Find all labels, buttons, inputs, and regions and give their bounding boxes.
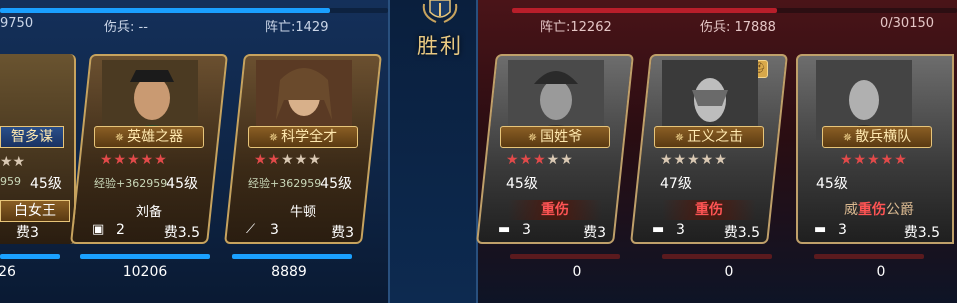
right-wounded-stat: 伤兵: 17888 [700, 20, 776, 35]
hero-footer: ▬ 3 费3.5 [648, 222, 770, 242]
hero-title-plate: ✵ 科学全才 [248, 126, 358, 148]
enemy-troop-bar [814, 254, 924, 259]
hero-name: 刘备 [135, 205, 162, 220]
hero-exp: 经验+362959 [94, 177, 168, 190]
hero-title-plate: ✵ 英雄之器 [94, 126, 204, 148]
enemy-troop-bar [510, 254, 620, 259]
hero-cost: 费3 [583, 225, 606, 241]
hero-name: 牛顿 [289, 205, 316, 220]
unit-count: 3 [676, 222, 685, 238]
hero-cost: 费3.5 [163, 225, 200, 241]
tank-icon: ▣ [92, 222, 105, 237]
laurel-shield-icon [422, 0, 458, 23]
right-dead-stat: 阵亡:12262 [540, 20, 612, 35]
star-rating: ★★★★★ [100, 152, 168, 168]
hero-cost: 费3.5 [903, 225, 940, 241]
right-troops-stat: 0/30150 [880, 16, 935, 31]
enemy-card-justice[interactable]: ⛑ ✵ 正义之击 ★★★★★ 47级 重伤 ▬ 3 费3.5 [630, 54, 788, 244]
musket-icon: ⟋ [246, 222, 256, 237]
hero-card-newton[interactable]: ✵ 科学全才 ★★★★★ 经验+362959 45级 牛顿 ⟋ 3 费3 [224, 54, 382, 244]
star-rating: ★★ [0, 154, 26, 170]
hero-card-liubei[interactable]: ✵ 英雄之器 ★★★★★ 经验+362959 45级 刘备 ▣ 2 费3.5 [70, 54, 228, 244]
title-star-icon: ✵ [114, 131, 125, 144]
hero-level: 45级 [816, 176, 848, 192]
tank-icon: ▬ [652, 222, 665, 237]
hero-footer: ▬ 3 费3.5 [810, 222, 950, 242]
hero-footer: ▣ 2 费3.5 [88, 222, 210, 242]
enemy-troop-count: 0 [724, 264, 734, 280]
left-hp-bar-fill [0, 8, 330, 13]
injury-status: 重伤 [662, 200, 756, 220]
unit-count: 3 [270, 222, 279, 238]
hero-level: 47级 [660, 176, 692, 192]
hero-troop-count: 8889 [271, 264, 307, 280]
star-rating: ★★★★★ [254, 152, 322, 168]
hero-name: 威重伤公爵 [844, 202, 914, 218]
tank-icon: ▬ [814, 222, 827, 237]
hero-cost: 费3 [16, 225, 39, 241]
hero-troop-count: 10206 [122, 264, 168, 280]
right-hp-bar-fill [512, 8, 777, 13]
enemy-card-skirmisher[interactable]: ✵ 散兵横队 ★★★★★ 45级 威重伤公爵 ▬ 3 费3.5 [796, 54, 954, 244]
left-kills-stat: 9750 [0, 16, 34, 31]
injury-status: 重伤 [858, 202, 886, 218]
hero-troop-bar [80, 254, 210, 259]
title-star-icon: ✵ [674, 131, 685, 144]
hero-level: 45级 [506, 176, 538, 192]
hero-cost: 费3.5 [723, 225, 760, 241]
title-star-icon: ✵ [842, 131, 853, 144]
hero-title-plate: ✵ 散兵横队 [822, 126, 932, 148]
title-star-icon: ✵ [268, 131, 279, 144]
hero-name: 白女王 [0, 200, 70, 222]
injury-status: 重伤 [508, 200, 602, 220]
hero-title-plate: ✵ 正义之击 [654, 126, 764, 148]
hero-title-plate: 智多谋 [0, 126, 64, 148]
hero-troop-bar [232, 254, 352, 259]
hero-level: 45级 [166, 176, 198, 192]
hero-troop-count: 26 [0, 264, 16, 280]
unit-count: 2 [116, 222, 125, 238]
title-star-icon: ✵ [527, 131, 538, 144]
unit-count: 3 [522, 222, 531, 238]
unit-count: 3 [838, 222, 847, 238]
victory-label: 胜利 [417, 34, 463, 58]
enemy-troop-count: 0 [876, 264, 886, 280]
tank-icon: ▬ [498, 222, 511, 237]
hero-card-partial-left[interactable]: 智多谋 ★★ 959 45级 白女王 费3 [0, 54, 76, 244]
hero-exp: 经验+362959 [248, 177, 322, 190]
star-rating: ★★★★★ [660, 152, 728, 168]
hero-level: 45级 [320, 176, 352, 192]
star-rating: ★★★★★ [840, 152, 908, 168]
hero-footer: ▬ 3 费3 [494, 222, 616, 242]
left-wounded-stat: 伤兵: -- [104, 20, 148, 35]
hero-footer: ⟋ 3 费3 [242, 222, 364, 242]
star-rating: ★★★★★ [506, 152, 574, 168]
hero-cost: 费3 [331, 225, 354, 241]
hero-title-plate: ✵ 国姓爷 [500, 126, 610, 148]
enemy-troop-bar [662, 254, 772, 259]
enemy-card-koxinga[interactable]: ✵ 国姓爷 ★★★★★ 45级 重伤 ▬ 3 费3 [476, 54, 634, 244]
hero-level: 45级 [30, 176, 62, 192]
enemy-troop-count: 0 [572, 264, 582, 280]
hero-exp: 959 [0, 175, 21, 188]
hero-troop-bar [0, 254, 60, 259]
left-dead-stat: 阵亡:1429 [265, 20, 329, 35]
